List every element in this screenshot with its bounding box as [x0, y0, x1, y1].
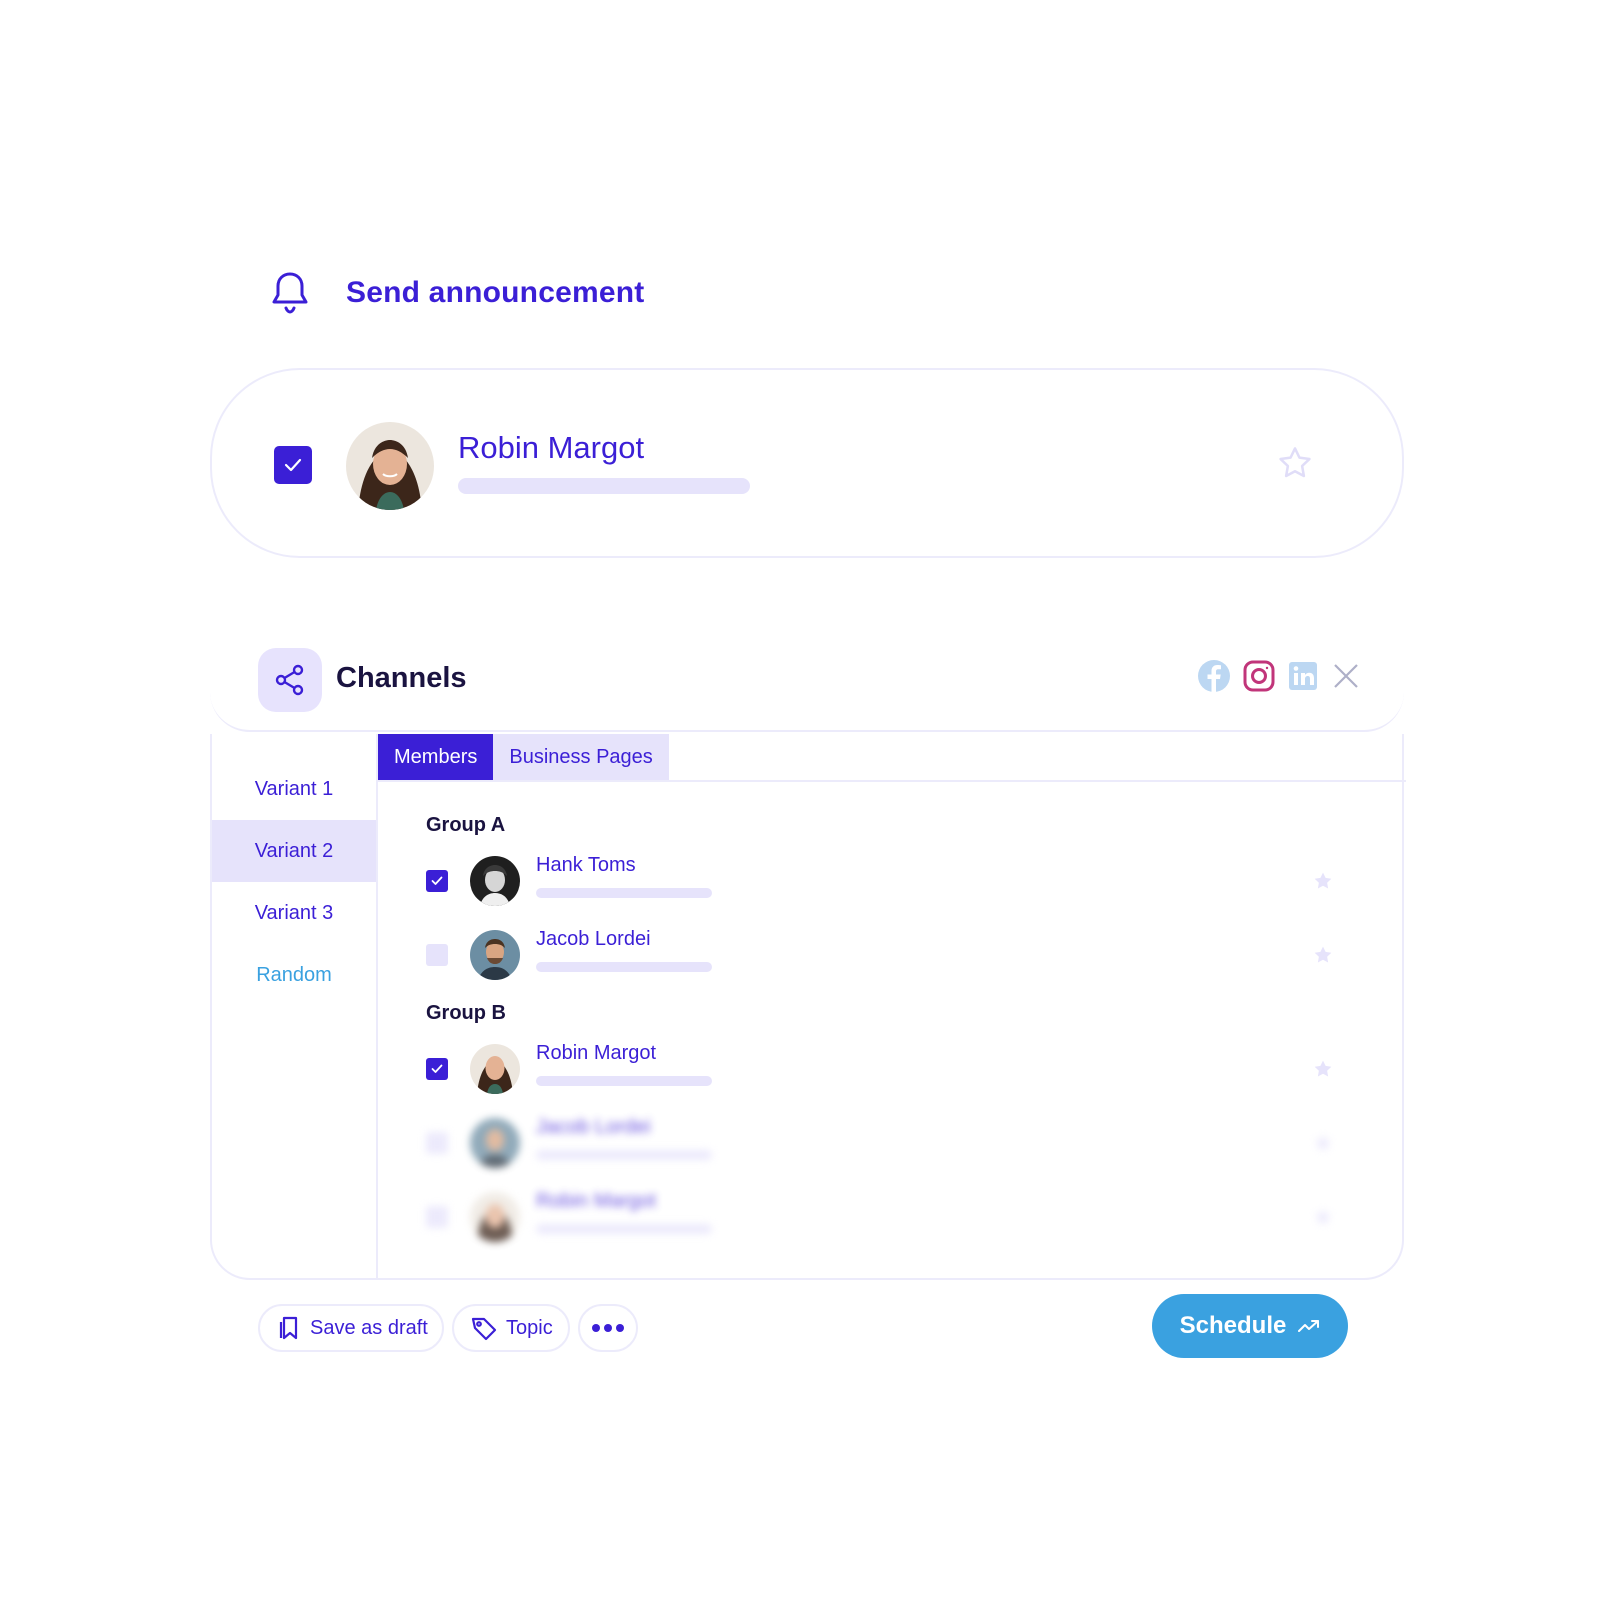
member-subtitle-placeholder [536, 888, 712, 898]
member-checkbox[interactable] [426, 1058, 448, 1080]
variant-1[interactable]: Variant 1 [212, 758, 376, 820]
topic-button[interactable]: Topic [452, 1304, 570, 1352]
star-icon[interactable] [1312, 870, 1334, 892]
channels-section: Channels Variant 1 Variant 2 Variant 3 R… [210, 648, 1406, 1280]
variants-list: Variant 1 Variant 2 Variant 3 Random [212, 734, 378, 1280]
more-icon [591, 1323, 625, 1333]
tab-members[interactable]: Members [378, 734, 494, 780]
avatar [470, 856, 520, 906]
page-title: Send announcement [346, 276, 645, 309]
group-b-label: Group B [426, 1002, 506, 1024]
schedule-label: Schedule [1179, 1312, 1287, 1339]
group-a-label: Group A [426, 814, 506, 836]
star-icon[interactable] [1312, 1058, 1334, 1080]
member-name: Robin Margot [536, 1042, 657, 1064]
channels-title: Channels [336, 662, 467, 694]
recipient-subtitle-placeholder [458, 478, 750, 494]
bell-icon [268, 268, 312, 318]
save-draft-button[interactable]: Save as draft [258, 1304, 444, 1352]
star-icon[interactable] [1312, 944, 1334, 966]
selected-recipient-card[interactable]: Robin Margot [210, 368, 1404, 558]
tab-bar: Members Business Pages [378, 734, 669, 780]
tab-business-pages[interactable]: Business Pages [493, 734, 669, 780]
member-subtitle-placeholder [536, 962, 712, 972]
x-icon[interactable] [1328, 658, 1364, 694]
star-icon[interactable] [1312, 1206, 1334, 1228]
tab-divider [378, 780, 1406, 782]
member-subtitle-placeholder [536, 1224, 712, 1234]
member-name: Robin Margot [536, 1190, 657, 1212]
avatar [470, 1192, 520, 1242]
list-item[interactable]: Jacob Lordei [426, 1116, 1356, 1168]
facebook-icon[interactable] [1196, 658, 1232, 694]
channels-body: Variant 1 Variant 2 Variant 3 Random Mem… [210, 734, 1406, 1280]
list-item[interactable]: Jacob Lordei [426, 928, 1356, 980]
member-checkbox[interactable] [426, 1206, 448, 1228]
schedule-button[interactable]: Schedule [1152, 1294, 1348, 1358]
member-name: Jacob Lordei [536, 928, 651, 950]
list-item[interactable]: Robin Margot [426, 1190, 1356, 1242]
member-name: Jacob Lordei [536, 1116, 651, 1138]
more-options-button[interactable] [578, 1304, 638, 1352]
trending-up-icon [1298, 1319, 1320, 1333]
avatar [346, 422, 434, 510]
variant-3[interactable]: Variant 3 [212, 882, 376, 944]
variant-random[interactable]: Random [212, 944, 376, 1006]
announcement-header: Send announcement [268, 268, 644, 318]
tag-icon [470, 1315, 498, 1341]
member-subtitle-placeholder [536, 1076, 712, 1086]
member-checkbox[interactable] [426, 944, 448, 966]
avatar [470, 1044, 520, 1094]
channels-header: Channels [210, 648, 1404, 732]
recipient-checkbox[interactable] [274, 446, 312, 484]
instagram-icon[interactable] [1241, 658, 1277, 694]
save-draft-label: Save as draft [310, 1316, 428, 1339]
member-checkbox[interactable] [426, 870, 448, 892]
list-item[interactable]: Robin Margot [426, 1042, 1356, 1094]
linkedin-icon[interactable] [1285, 658, 1321, 694]
avatar [470, 930, 520, 980]
member-name: Hank Toms [536, 854, 636, 876]
topic-label: Topic [506, 1316, 553, 1339]
star-icon[interactable] [1312, 1132, 1334, 1154]
star-icon[interactable] [1276, 444, 1314, 482]
member-checkbox[interactable] [426, 1132, 448, 1154]
variant-2[interactable]: Variant 2 [212, 820, 376, 882]
share-icon [258, 648, 322, 712]
member-subtitle-placeholder [536, 1150, 712, 1160]
list-item[interactable]: Hank Toms [426, 854, 1356, 906]
avatar [470, 1118, 520, 1168]
recipient-name: Robin Margot [458, 430, 645, 465]
bookmark-icon [278, 1315, 300, 1341]
